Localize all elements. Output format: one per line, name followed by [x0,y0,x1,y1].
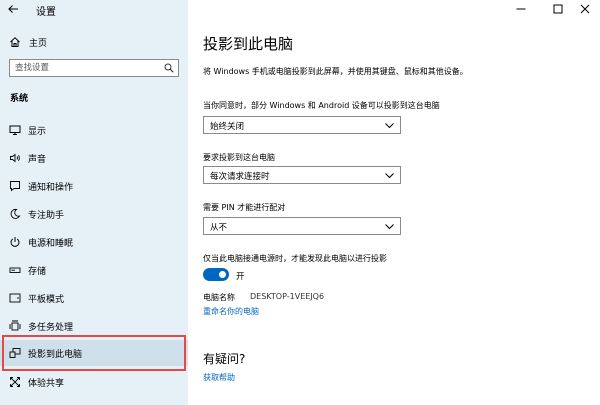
sidebar-item-label: 电源和睡眠 [28,238,74,249]
search-icon[interactable] [164,63,174,73]
sidebar-item-label: 声音 [28,154,47,165]
setting-label-ask-to-project: 要求投影到这台电脑 [203,153,275,162]
storage-icon [9,264,21,276]
sidebar-item-label: 显示 [28,126,47,137]
sidebar: 设置 主页 系统 显示 声音 通知和操作 [0,0,188,405]
sidebar-item-display[interactable]: 显示 [0,117,188,143]
search-input[interactable] [10,60,165,76]
search-box[interactable] [9,59,179,77]
notification-icon [9,180,21,192]
window-title: 设置 [36,7,56,18]
close-button[interactable] [570,0,600,18]
share-icon [9,376,21,388]
setting-label-pin: 需要 PIN 才能进行配对 [203,203,286,212]
moon-icon [9,208,21,220]
toggle-knob [219,271,226,278]
close-icon [580,4,590,14]
project-icon [9,347,21,359]
sidebar-item-shared-experiences[interactable]: 体验共享 [0,369,188,395]
setting-label-power: 仅当此电脑接通电源时，才能发现此电脑以进行投影 [203,254,387,263]
sidebar-item-sound[interactable]: 声音 [0,145,188,171]
dropdown-value: 始终关闭 [210,122,245,132]
main-content: 投影到此电脑 将 Windows 手机或电脑投影到此屏幕，并使用其键盘、鼠标和其… [188,0,600,405]
pc-name-label: 电脑名称 [203,293,235,302]
dropdown-value: 每次请求连接时 [210,172,270,182]
page-title: 投影到此电脑 [203,35,294,53]
multitask-icon [9,320,21,332]
sidebar-item-label: 多任务处理 [28,322,74,333]
sidebar-item-power-sleep[interactable]: 电源和睡眠 [0,229,188,255]
tablet-icon [9,292,21,304]
sidebar-item-label: 主页 [29,38,48,49]
get-help-link[interactable]: 获取帮助 [203,372,235,383]
sidebar-item-multitasking[interactable]: 多任务处理 [0,313,188,339]
sidebar-item-label: 投影到此电脑 [28,349,83,360]
maximize-icon [553,4,563,14]
sidebar-item-storage[interactable]: 存储 [0,257,188,283]
sidebar-item-tablet-mode[interactable]: 平板模式 [0,285,188,311]
sidebar-item-focus-assist[interactable]: 专注助手 [0,201,188,227]
rename-pc-link[interactable]: 重命名你的电脑 [203,306,259,317]
sidebar-item-project-to-this-pc[interactable]: 投影到此电脑 [0,340,188,366]
power-discovery-toggle[interactable] [203,268,229,281]
chevron-down-icon [385,224,394,230]
sidebar-item-label: 通知和操作 [28,182,74,193]
sidebar-item-label: 专注助手 [28,210,65,221]
power-icon [9,236,21,248]
maximize-button[interactable] [543,0,573,18]
ask-to-project-dropdown[interactable]: 每次请求连接时 [203,166,401,184]
home-icon [9,36,21,48]
help-heading: 有疑问? [203,352,246,366]
sidebar-item-home[interactable]: 主页 [0,29,188,55]
page-description: 将 Windows 手机或电脑投影到此屏幕，并使用其键盘、鼠标和其他设备。 [203,67,468,76]
dropdown-value: 从不 [210,223,228,233]
availability-dropdown[interactable]: 始终关闭 [203,116,401,134]
minimize-icon [516,8,526,10]
setting-label-availability: 当你同意时，部分 Windows 和 Android 设备可以投影到这台电脑 [203,101,440,110]
pc-name-value: DESKTOP-1VEEJQ6 [250,292,325,301]
back-button[interactable] [4,1,22,17]
require-pin-dropdown[interactable]: 从不 [203,217,401,235]
sidebar-item-label: 平板模式 [28,294,65,305]
sidebar-item-label: 存储 [28,266,47,277]
speaker-icon [9,152,21,164]
section-label: 系统 [10,94,29,104]
toggle-state-label: 开 [236,272,245,282]
sidebar-item-notifications[interactable]: 通知和操作 [0,173,188,199]
monitor-icon [9,124,21,136]
chevron-down-icon [385,123,394,129]
minimize-button[interactable] [506,0,536,18]
back-arrow-icon [8,5,18,13]
chevron-down-icon [385,173,394,179]
sidebar-item-label: 体验共享 [28,378,65,389]
